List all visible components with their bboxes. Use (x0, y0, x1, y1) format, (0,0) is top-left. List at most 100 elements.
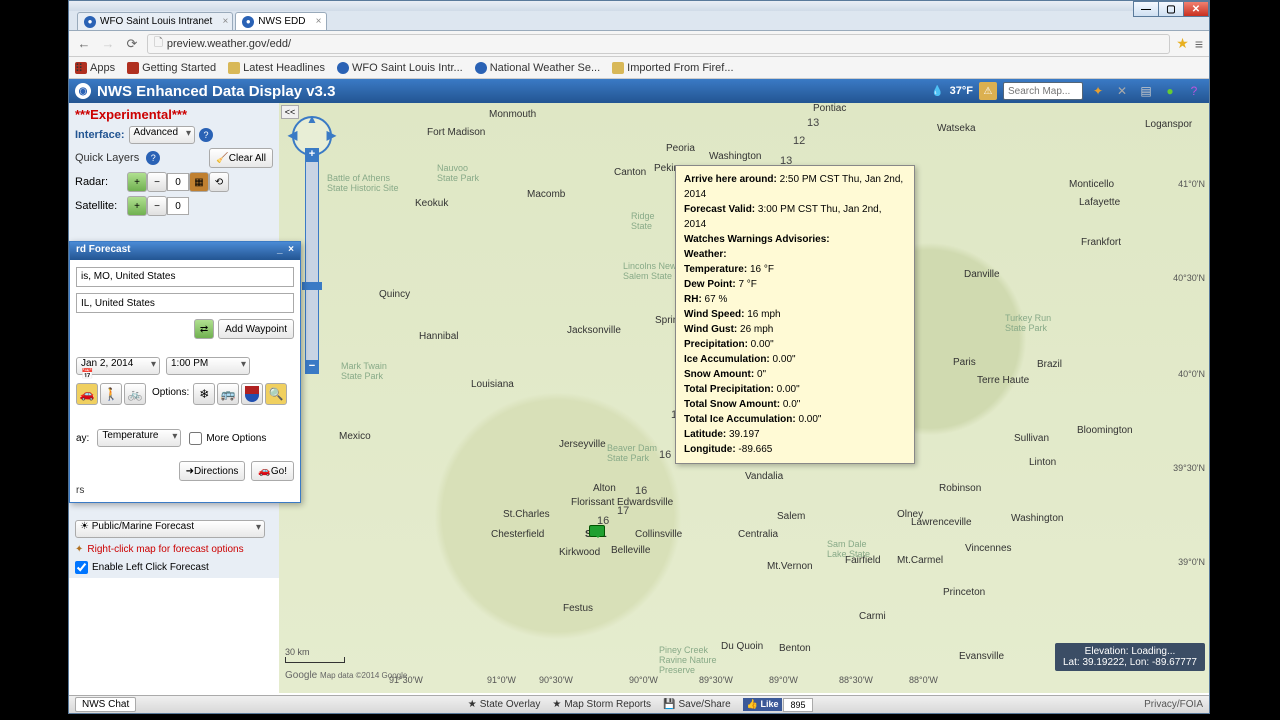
date-select[interactable]: Jan 2, 2014 📅 (76, 357, 160, 375)
opt-snow-button[interactable]: ❄ (193, 383, 215, 405)
from-input[interactable] (76, 267, 294, 287)
destination-marker[interactable] (589, 525, 605, 537)
radar-count[interactable] (167, 173, 189, 191)
zoom-out-button[interactable]: − (305, 360, 319, 374)
city-label: Louisiana (471, 379, 514, 390)
route-temp: 13 (807, 117, 819, 129)
add-waypoint-button[interactable]: Add Waypoint (218, 319, 294, 339)
panel-title: rd Forecast (76, 244, 130, 258)
zoom-slider[interactable]: + − (305, 161, 319, 361)
bm-apps[interactable]: ⠿Apps (75, 62, 115, 74)
folder-icon (612, 62, 624, 74)
opt-search-button[interactable]: 🔍 (265, 383, 287, 405)
car-mode-button[interactable]: 🚗 (76, 383, 98, 405)
browser-nav: ← → ⟳ 🗋preview.weather.gov/edd/ ★ ≡ (69, 31, 1209, 57)
to-input[interactable] (76, 293, 294, 313)
radar-label: Radar: (75, 176, 127, 188)
bike-mode-button[interactable]: 🚲 (124, 383, 146, 405)
close-button[interactable]: ✕ (1183, 1, 1209, 17)
close-icon[interactable]: × (222, 16, 228, 27)
radar-loop-button[interactable]: ⟲ (209, 172, 229, 192)
zoom-thumb[interactable] (302, 282, 322, 290)
forecast-type-select[interactable]: ☀ Public/Marine Forecast (75, 520, 265, 538)
radar-anim-button[interactable]: ▦ (189, 172, 209, 192)
go-button[interactable]: 🚗 Go! (251, 461, 294, 481)
minimize-icon[interactable]: _ (277, 244, 283, 255)
tab-nws-edd[interactable]: ●NWS EDD× (235, 12, 326, 30)
layers-icon[interactable]: ✦ (1089, 82, 1107, 100)
state-overlay-button[interactable]: ★ State Overlay (468, 698, 541, 712)
help-icon[interactable]: ? (199, 128, 213, 142)
map-canvas[interactable]: ▲ ▼ ◀ ▶ + − Monmouth Fort Madison Peoria… (279, 103, 1209, 693)
radar-add-button[interactable]: + (127, 172, 147, 192)
opt-bus-button[interactable]: 🚌 (217, 383, 239, 405)
city-label: Linton (1029, 457, 1056, 468)
privacy-link[interactable]: Privacy/FOIA (1144, 699, 1203, 710)
swap-button[interactable]: ⇄ (194, 319, 214, 339)
directions-button[interactable]: ➜ Directions (179, 461, 246, 481)
collapse-button[interactable]: << (281, 105, 299, 119)
search-input[interactable] (1003, 82, 1083, 100)
city-label: Jacksonville (567, 325, 621, 336)
park-label: Battle of Athens State Historic Site (327, 173, 399, 193)
save-share-button[interactable]: 💾 Save/Share (663, 698, 731, 712)
city-label: Macomb (527, 189, 565, 200)
bookmark-star-icon[interactable]: ★ (1176, 35, 1189, 52)
back-button[interactable]: ← (75, 35, 93, 53)
chat-icon[interactable]: ● (1161, 82, 1179, 100)
bm-imported[interactable]: Imported From Firef... (612, 62, 733, 74)
park-label: Lincolns New Salem State (623, 261, 677, 281)
city-label: Kirkwood (559, 547, 600, 558)
city-label: Monticello (1069, 179, 1114, 190)
city-label: Vandalia (745, 471, 783, 482)
opt-interstate-button[interactable] (241, 383, 263, 405)
sat-count[interactable] (167, 197, 189, 215)
city-label: Sullivan (1014, 433, 1049, 444)
time-select[interactable]: 1:00 PM (166, 357, 250, 375)
radar-remove-button[interactable]: − (147, 172, 167, 192)
reload-button[interactable]: ⟳ (123, 35, 141, 53)
lon-tick: 90°0'W (629, 675, 658, 685)
tab-wfo[interactable]: ●WFO Saint Louis Intranet× (77, 12, 233, 30)
more-options-checkbox[interactable] (189, 432, 202, 445)
sat-remove-button[interactable]: − (147, 196, 167, 216)
bookmarks-bar: ⠿Apps Getting Started Latest Headlines W… (69, 57, 1209, 79)
folder-icon (228, 62, 240, 74)
bm-getting-started[interactable]: Getting Started (127, 62, 216, 74)
park-label: Nauvoo State Park (437, 163, 479, 183)
city-label: Loganspor (1145, 119, 1192, 130)
city-label: Mt.Carmel (897, 555, 943, 566)
forward-button[interactable]: → (99, 35, 117, 53)
maximize-button[interactable]: ▢ (1158, 1, 1184, 17)
fb-like-button[interactable]: 👍 Like (743, 698, 783, 711)
help-icon[interactable]: ? (1185, 82, 1203, 100)
bm-latest[interactable]: Latest Headlines (228, 62, 325, 74)
close-icon[interactable]: × (288, 244, 294, 255)
clear-all-button[interactable]: 🧹 Clear All (209, 148, 273, 168)
city-label: Benton (779, 643, 811, 654)
route-temp: 12 (793, 135, 805, 147)
interface-select[interactable]: Advanced (129, 126, 195, 144)
minimize-button[interactable]: — (1133, 1, 1159, 17)
bm-nws[interactable]: National Weather Se... (475, 62, 600, 74)
storm-reports-button[interactable]: ★ Map Storm Reports (552, 698, 651, 712)
tools-icon[interactable]: ✕ (1113, 82, 1131, 100)
lon-tick: 91°30'W (389, 675, 423, 685)
display-select[interactable]: Temperature (97, 429, 181, 447)
sat-add-button[interactable]: + (127, 196, 147, 216)
left-click-checkbox[interactable] (75, 561, 88, 574)
nws-chat-button[interactable]: NWS Chat (75, 697, 136, 712)
bm-wfo[interactable]: WFO Saint Louis Intr... (337, 62, 463, 74)
list-icon[interactable]: ▤ (1137, 82, 1155, 100)
walk-mode-button[interactable]: 🚶 (100, 383, 122, 405)
zoom-in-button[interactable]: + (305, 148, 319, 162)
close-icon[interactable]: × (316, 16, 322, 27)
city-label: Mt.Vernon (767, 561, 813, 572)
lon-tick: 89°0'W (769, 675, 798, 685)
city-label: Bloomington (1077, 425, 1133, 436)
city-label: Pontiac (813, 103, 846, 114)
alert-icon[interactable]: ⚠ (979, 82, 997, 100)
url-bar[interactable]: 🗋preview.weather.gov/edd/ (147, 34, 1170, 54)
route-temp: 16 (635, 485, 647, 497)
menu-button[interactable]: ≡ (1195, 36, 1203, 52)
